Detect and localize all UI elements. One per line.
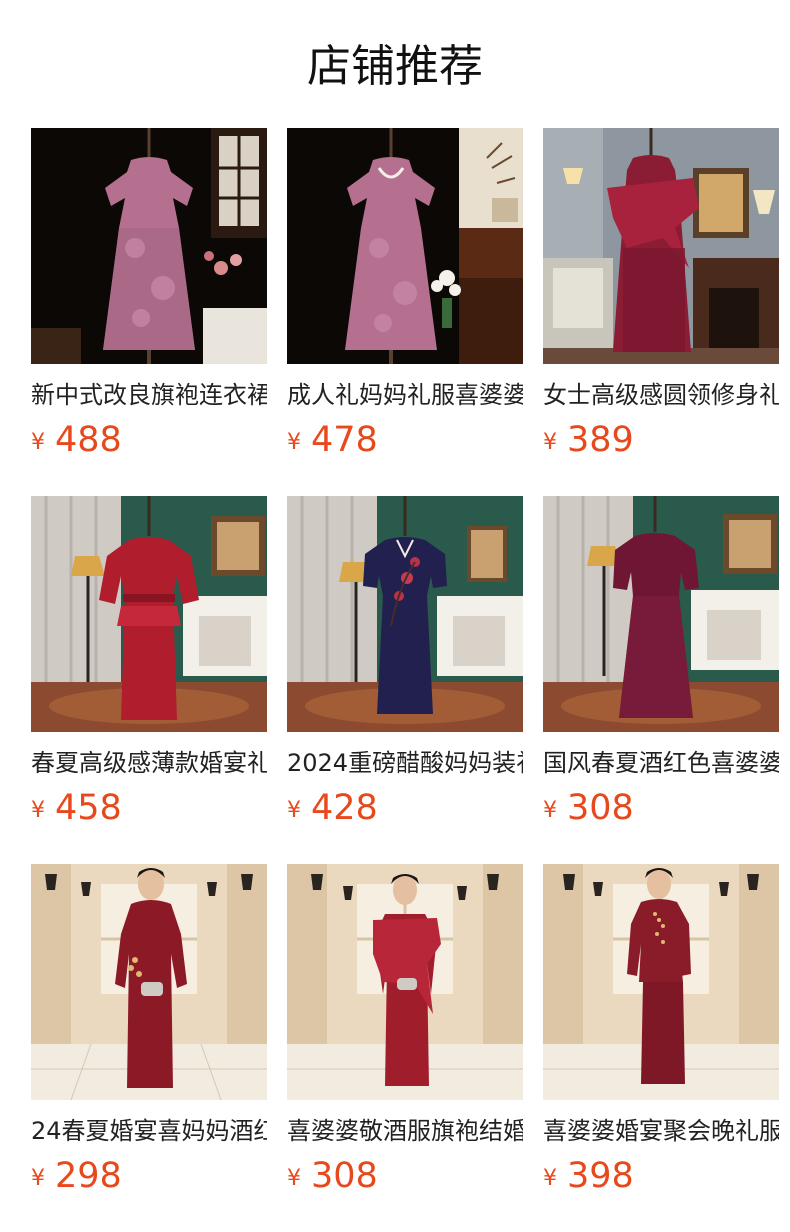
product-image[interactable] [543, 496, 779, 732]
product-price: ¥428 [287, 788, 523, 828]
currency-symbol: ¥ [543, 1166, 557, 1191]
currency-symbol: ¥ [287, 798, 301, 823]
price-amount: 389 [567, 420, 634, 460]
product-name[interactable]: 成人礼妈妈礼服喜婆婆 [287, 380, 523, 410]
section-title: 店铺推荐 [307, 41, 483, 92]
product-price: ¥478 [287, 420, 523, 460]
product-price: ¥398 [543, 1156, 779, 1196]
product-card[interactable]: 喜婆婆敬酒服旗袍结婚 ¥308 [287, 864, 523, 1232]
currency-symbol: ¥ [543, 798, 557, 823]
product-name[interactable]: 喜婆婆敬酒服旗袍结婚 [287, 1116, 523, 1146]
product-price: ¥308 [543, 788, 779, 828]
price-amount: 308 [567, 788, 634, 828]
price-amount: 298 [55, 1156, 122, 1196]
product-image[interactable] [543, 128, 779, 364]
product-card[interactable]: 2024重磅醋酸妈妈装礼服 ¥428 [287, 496, 523, 864]
product-card[interactable]: 成人礼妈妈礼服喜婆婆 ¥478 [287, 128, 523, 496]
price-amount: 308 [311, 1156, 378, 1196]
product-image[interactable] [287, 864, 523, 1100]
product-name[interactable]: 新中式改良旗袍连衣裙 [31, 380, 267, 410]
product-image[interactable] [287, 496, 523, 732]
product-image[interactable] [287, 128, 523, 364]
product-price: ¥458 [31, 788, 267, 828]
product-card[interactable]: 喜婆婆婚宴聚会晚礼服 ¥398 [543, 864, 779, 1232]
product-image[interactable] [31, 128, 267, 364]
price-amount: 458 [55, 788, 122, 828]
currency-symbol: ¥ [31, 430, 45, 455]
currency-symbol: ¥ [543, 430, 557, 455]
product-card[interactable]: 女士高级感圆领修身礼服 ¥389 [543, 128, 779, 496]
product-price: ¥488 [31, 420, 267, 460]
product-image[interactable] [31, 864, 267, 1100]
currency-symbol: ¥ [287, 1166, 301, 1191]
price-amount: 428 [311, 788, 378, 828]
product-price: ¥298 [31, 1156, 267, 1196]
product-card[interactable]: 新中式改良旗袍连衣裙 ¥488 [31, 128, 267, 496]
product-name[interactable]: 春夏高级感薄款婚宴礼服 [31, 748, 267, 778]
product-grid: 新中式改良旗袍连衣裙 ¥488 成人礼妈妈礼服喜婆婆 ¥ 478 女士高级感圆领… [31, 128, 779, 1232]
product-name[interactable]: 24春夏婚宴喜妈妈酒红 [31, 1116, 267, 1146]
price-amount: 398 [567, 1156, 634, 1196]
product-name[interactable]: 喜婆婆婚宴聚会晚礼服 [543, 1116, 779, 1146]
product-image[interactable] [31, 496, 267, 732]
price-amount: 488 [55, 420, 122, 460]
product-card[interactable]: 春夏高级感薄款婚宴礼服 ¥458 [31, 496, 267, 864]
product-card[interactable]: 国风春夏酒红色喜婆婆装 ¥308 [543, 496, 779, 864]
currency-symbol: ¥ [287, 430, 301, 455]
price-amount: 478 [311, 420, 378, 460]
currency-symbol: ¥ [31, 1166, 45, 1191]
product-image[interactable] [543, 864, 779, 1100]
product-price: ¥389 [543, 420, 779, 460]
currency-symbol: ¥ [31, 798, 45, 823]
product-name[interactable]: 2024重磅醋酸妈妈装礼服 [287, 748, 523, 778]
product-name[interactable]: 女士高级感圆领修身礼服 [543, 380, 779, 410]
product-price: ¥308 [287, 1156, 523, 1196]
product-name[interactable]: 国风春夏酒红色喜婆婆装 [543, 748, 779, 778]
product-card[interactable]: 24春夏婚宴喜妈妈酒红 ¥298 [31, 864, 267, 1232]
